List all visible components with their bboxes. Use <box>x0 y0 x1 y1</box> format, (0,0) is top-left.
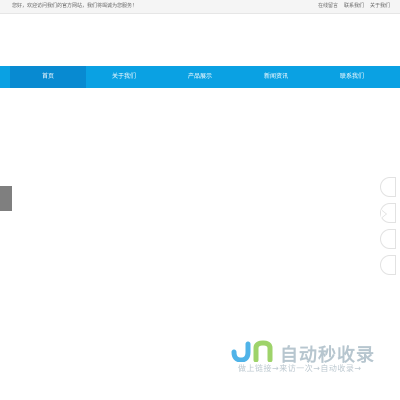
nav-item-products[interactable]: 产品展示 <box>162 66 238 88</box>
float-button-2[interactable] <box>380 203 396 223</box>
nav-item-news[interactable]: 新闻资讯 <box>238 66 314 88</box>
float-button-3[interactable] <box>380 229 396 249</box>
float-button-4[interactable] <box>380 255 396 275</box>
top-link-contact[interactable]: 联系我们 <box>344 2 364 11</box>
watermark: 自动秒收录 做上链接→来访一次→自动收录→ <box>230 340 390 380</box>
main-nav: 首页 关于我们 产品展示 新闻资讯 联系我们 <box>0 66 400 88</box>
nav-item-contact[interactable]: 联系我们 <box>314 66 390 88</box>
caret-icon <box>381 210 386 218</box>
floating-service-bar <box>380 177 396 275</box>
watermark-logo-icon <box>231 340 273 362</box>
top-link-about[interactable]: 关于我们 <box>370 2 390 11</box>
top-link-message[interactable]: 在线留言 <box>318 2 338 11</box>
watermark-slogan: 做上链接→来访一次→自动收录→ <box>238 364 362 373</box>
float-button-1[interactable] <box>380 177 396 197</box>
side-slider-tab[interactable] <box>0 186 12 211</box>
welcome-text: 您好，欢迎访问我们的官方网站，我们将竭诚为您服务！ <box>12 3 138 9</box>
top-links: 在线留言 联系我们 关于我们 <box>318 2 390 11</box>
nav-item-about[interactable]: 关于我们 <box>86 66 162 88</box>
nav-item-home[interactable]: 首页 <box>10 66 86 88</box>
top-bar: 您好，欢迎访问我们的官方网站，我们将竭诚为您服务！ 在线留言 联系我们 关于我们 <box>0 0 400 14</box>
